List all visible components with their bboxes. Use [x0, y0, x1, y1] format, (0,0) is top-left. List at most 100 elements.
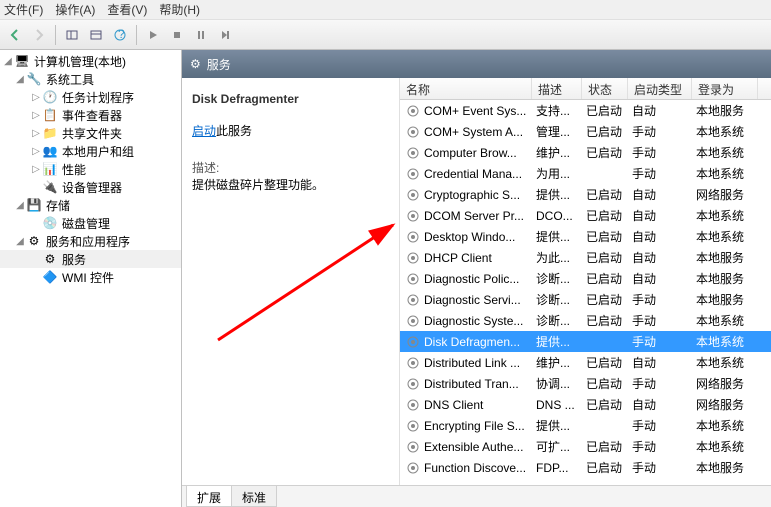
cell-start: 手动 — [630, 438, 694, 455]
tree-wmi[interactable]: 🔷WMI 控件 — [0, 268, 181, 286]
service-row[interactable]: COM+ Event Sys...支持...已启动自动本地服务 — [400, 100, 771, 121]
service-row[interactable]: Encrypting File S...提供...手动本地系统 — [400, 415, 771, 436]
cell-desc: 维护... — [534, 354, 584, 371]
restart-icon — [218, 28, 232, 42]
menu-view[interactable]: 查看(V) — [107, 1, 147, 18]
tree-shared-folders[interactable]: ▷📁共享文件夹 — [0, 124, 181, 142]
export-button[interactable] — [85, 24, 107, 46]
tab-standard[interactable]: 标准 — [231, 486, 277, 507]
main-area: ◢🖥计算机管理(本地) ◢🔧系统工具 ▷🕐任务计划程序 ▷📋事件查看器 ▷📁共享… — [0, 50, 771, 507]
col-name[interactable]: 名称 — [400, 78, 532, 99]
tree-task-scheduler[interactable]: ▷🕐任务计划程序 — [0, 88, 181, 106]
gear-icon — [404, 230, 420, 244]
stop-button[interactable] — [166, 24, 188, 46]
restart-button[interactable] — [214, 24, 236, 46]
service-row[interactable]: DHCP Client为此...已启动自动本地服务 — [400, 247, 771, 268]
cell-desc: 诊断... — [534, 291, 584, 308]
help-button[interactable]: ? — [109, 24, 131, 46]
tree-services[interactable]: ⚙服务 — [0, 250, 181, 268]
show-hide-button[interactable] — [61, 24, 83, 46]
cell-name: Function Discove... — [422, 461, 534, 475]
service-row[interactable]: Diagnostic Polic...诊断...已启动自动本地服务 — [400, 268, 771, 289]
users-icon: 👥 — [42, 143, 58, 159]
cell-logon: 本地服务 — [694, 291, 760, 308]
tree-disk-management[interactable]: 💿磁盘管理 — [0, 214, 181, 232]
start-service-link: 启动此服务 — [192, 122, 389, 139]
tree-local-users[interactable]: ▷👥本地用户和组 — [0, 142, 181, 160]
wmi-icon: 🔷 — [42, 269, 58, 285]
folder-icon: 📁 — [42, 125, 58, 141]
cell-name: Credential Mana... — [422, 167, 534, 181]
menu-action[interactable]: 操作(A) — [55, 1, 95, 18]
cell-start: 手动 — [630, 144, 694, 161]
tree-services-apps[interactable]: ◢⚙服务和应用程序 — [0, 232, 181, 250]
cell-desc: FDP... — [534, 461, 584, 475]
cell-status: 已启动 — [584, 207, 630, 224]
service-row[interactable]: Distributed Link ...维护...已启动自动本地系统 — [400, 352, 771, 373]
gear-icon — [404, 440, 420, 454]
navigation-tree[interactable]: ◢🖥计算机管理(本地) ◢🔧系统工具 ▷🕐任务计划程序 ▷📋事件查看器 ▷📁共享… — [0, 50, 182, 507]
cell-start: 手动 — [630, 333, 694, 350]
gear-icon — [404, 209, 420, 223]
gear-icon — [404, 125, 420, 139]
start-link[interactable]: 启动 — [192, 124, 216, 138]
service-row[interactable]: DNS ClientDNS ...已启动自动网络服务 — [400, 394, 771, 415]
col-startup[interactable]: 启动类型 — [628, 78, 692, 99]
gear-icon — [404, 377, 420, 391]
separator — [136, 25, 137, 45]
svg-text:?: ? — [118, 28, 125, 41]
forward-button[interactable] — [28, 24, 50, 46]
disk-icon: 💿 — [42, 215, 58, 231]
cell-start: 手动 — [630, 291, 694, 308]
cell-status: 已启动 — [584, 186, 630, 203]
service-row[interactable]: Computer Brow...维护...已启动手动本地系统 — [400, 142, 771, 163]
service-row[interactable]: Disk Defragmen...提供...手动本地系统 — [400, 331, 771, 352]
col-status[interactable]: 状态 — [582, 78, 628, 99]
tools-icon: 🔧 — [26, 71, 42, 87]
cell-logon: 本地服务 — [694, 249, 760, 266]
arrow-left-icon — [8, 28, 22, 42]
tree-event-viewer[interactable]: ▷📋事件查看器 — [0, 106, 181, 124]
cell-status: 已启动 — [584, 354, 630, 371]
tree-device-manager[interactable]: 🔌设备管理器 — [0, 178, 181, 196]
menu-help[interactable]: 帮助(H) — [159, 1, 200, 18]
cell-logon: 本地系统 — [694, 165, 760, 182]
cell-start: 手动 — [630, 375, 694, 392]
play-button[interactable] — [142, 24, 164, 46]
tree-root[interactable]: ◢🖥计算机管理(本地) — [0, 52, 181, 70]
cell-logon: 网络服务 — [694, 375, 760, 392]
service-row[interactable]: Extensible Authe...可扩...已启动手动本地系统 — [400, 436, 771, 457]
service-row[interactable]: Function Discove...FDP...已启动手动本地服务 — [400, 457, 771, 478]
service-row[interactable]: Distributed Tran...协调...已启动手动网络服务 — [400, 373, 771, 394]
cell-name: DHCP Client — [422, 251, 534, 265]
cell-status: 已启动 — [584, 102, 630, 119]
tree-performance[interactable]: ▷📊性能 — [0, 160, 181, 178]
tab-extended[interactable]: 扩展 — [186, 486, 232, 507]
list-body[interactable]: COM+ Event Sys...支持...已启动自动本地服务COM+ Syst… — [400, 100, 771, 485]
cell-desc: DNS ... — [534, 398, 584, 412]
cell-start: 自动 — [630, 228, 694, 245]
service-row[interactable]: Diagnostic Syste...诊断...已启动手动本地系统 — [400, 310, 771, 331]
cell-status: 已启动 — [584, 270, 630, 287]
menu-file[interactable]: 文件(F) — [4, 1, 43, 18]
service-row[interactable]: DCOM Server Pr...DCO...已启动自动本地系统 — [400, 205, 771, 226]
tree-system-tools[interactable]: ◢🔧系统工具 — [0, 70, 181, 88]
content-header: ⚙ 服务 — [182, 50, 771, 78]
description-label: 描述: — [192, 159, 389, 176]
back-button[interactable] — [4, 24, 26, 46]
pause-button[interactable] — [190, 24, 212, 46]
cell-start: 自动 — [630, 102, 694, 119]
service-row[interactable]: Diagnostic Servi...诊断...已启动手动本地服务 — [400, 289, 771, 310]
col-description[interactable]: 描述 — [532, 78, 582, 99]
service-row[interactable]: COM+ System A...管理...已启动手动本地系统 — [400, 121, 771, 142]
col-logon[interactable]: 登录为 — [692, 78, 758, 99]
pause-icon — [194, 28, 208, 42]
gear-icon — [404, 251, 420, 265]
tree-storage[interactable]: ◢💾存储 — [0, 196, 181, 214]
cell-name: DCOM Server Pr... — [422, 209, 534, 223]
gear-icon — [404, 398, 420, 412]
service-row[interactable]: Credential Mana...为用...手动本地系统 — [400, 163, 771, 184]
cell-desc: 支持... — [534, 102, 584, 119]
service-row[interactable]: Cryptographic S...提供...已启动自动网络服务 — [400, 184, 771, 205]
service-row[interactable]: Desktop Windo...提供...已启动自动本地系统 — [400, 226, 771, 247]
